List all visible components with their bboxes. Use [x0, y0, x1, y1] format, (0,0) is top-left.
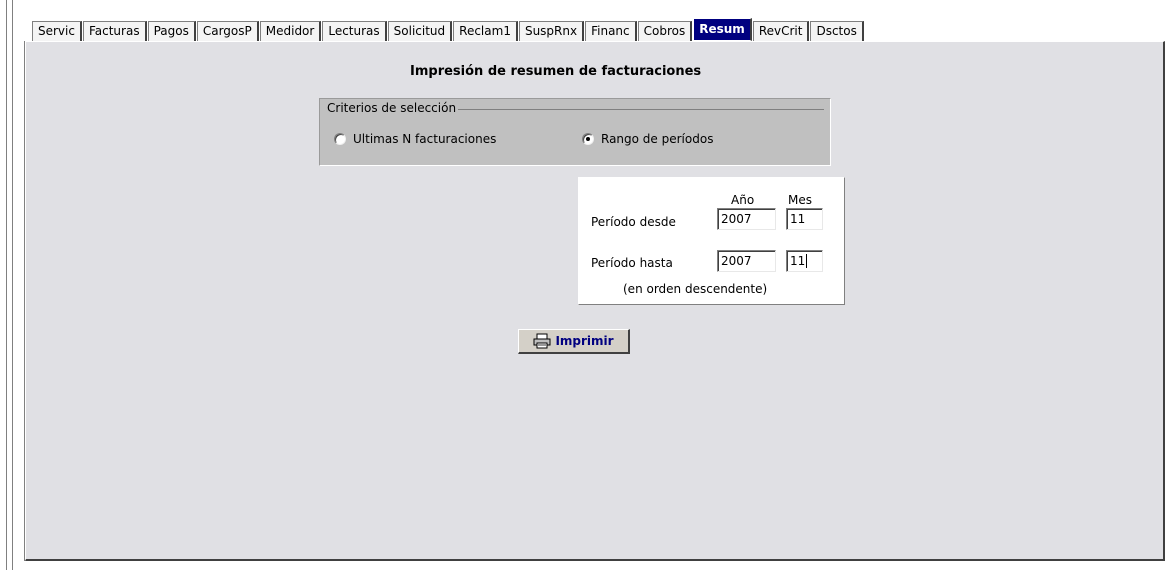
to-month-field[interactable]: 11 — [786, 250, 823, 272]
order-note: (en orden descendente) — [623, 282, 768, 296]
selection-criteria-group: Criterios de selección Ultimas N factura… — [319, 98, 831, 166]
period-from-label: Período desde — [591, 215, 676, 229]
radio-last-n-circle[interactable] — [334, 133, 346, 145]
print-button[interactable]: Imprimir — [518, 329, 630, 354]
tab-cargosp[interactable]: CargosP — [196, 21, 259, 41]
to-year-field[interactable]: 2007 — [717, 250, 776, 272]
tab-cobros[interactable]: Cobros — [637, 21, 693, 41]
tab-financ[interactable]: Financ — [585, 21, 637, 41]
tab-lecturas[interactable]: Lecturas — [322, 21, 387, 41]
radio-last-n-label[interactable]: Ultimas N facturaciones — [353, 132, 496, 146]
to-month-value: 11 — [790, 254, 806, 268]
tab-susprnx[interactable]: SuspRnx — [518, 21, 585, 41]
group-legend: Criterios de selección — [327, 101, 459, 115]
tab-strip: Servic Facturas Pagos CargosP Medidor Lectura… — [32, 18, 865, 41]
radio-range-circle[interactable] — [582, 133, 594, 145]
page-title: Impresión de resumen de facturaciones — [410, 64, 702, 79]
radio-range[interactable]: Rango de períodos — [582, 132, 713, 146]
radio-last-n[interactable]: Ultimas N facturaciones — [334, 132, 496, 146]
tab-reclam1[interactable]: Reclam1 — [453, 21, 518, 41]
print-button-label[interactable]: Imprimir — [555, 334, 613, 348]
tab-revcrit[interactable]: RevCrit — [752, 21, 810, 41]
tab-medidor[interactable]: Medidor — [259, 21, 322, 41]
tab-pagos[interactable]: Pagos — [147, 21, 196, 41]
tab-servic[interactable]: Servic — [32, 21, 82, 41]
period-range-panel: Año Mes Período desde 2007 11 Período ha… — [578, 177, 845, 305]
printer-icon — [533, 333, 551, 349]
month-column-header: Mes — [788, 193, 812, 207]
window-left-border — [6, 0, 13, 570]
text-caret — [806, 254, 808, 268]
tab-dsctos[interactable]: Dsctos — [810, 21, 864, 41]
from-year-field[interactable]: 2007 — [717, 208, 776, 230]
radio-range-label[interactable]: Rango de períodos — [601, 132, 713, 146]
radio-selected-dot — [586, 137, 590, 141]
tab-facturas[interactable]: Facturas — [82, 21, 147, 41]
year-column-header: Año — [731, 193, 755, 207]
tab-resum[interactable]: Resum — [693, 18, 752, 41]
from-month-field[interactable]: 11 — [786, 208, 823, 230]
tab-solicitud[interactable]: Solicitud — [387, 21, 453, 41]
period-to-label: Período hasta — [591, 256, 673, 270]
